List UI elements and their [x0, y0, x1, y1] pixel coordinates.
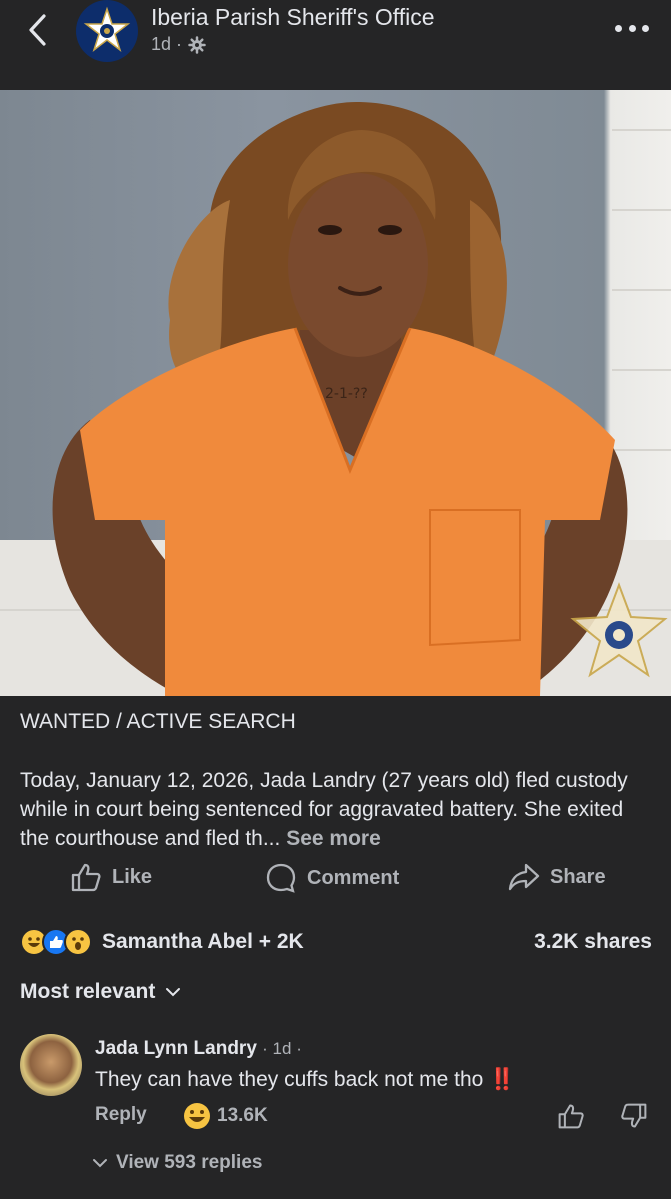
reply-button[interactable]: Reply: [95, 1104, 147, 1126]
share-label: Share: [550, 865, 606, 888]
reactions-text: Samantha Abel + 2K: [102, 930, 304, 953]
comment-reactions[interactable]: 13.6K: [183, 1102, 268, 1130]
like-button[interactable]: Like: [70, 862, 152, 892]
sort-label: Most relevant: [20, 980, 156, 1003]
comment-sort-dropdown[interactable]: Most relevant: [20, 980, 181, 1004]
comment-reaction-count: 13.6K: [217, 1105, 268, 1126]
shares-count[interactable]: 3.2K shares: [534, 930, 652, 954]
chevron-down-icon: [93, 1159, 107, 1168]
commenter-name[interactable]: Jada Lynn Landry: [95, 1038, 257, 1059]
share-arrow-icon: [508, 863, 540, 891]
comment-time: · 1d ·: [262, 1039, 302, 1058]
mugshot-illustration: 2-1-??: [0, 101, 671, 696]
page-avatar[interactable]: [76, 0, 138, 62]
thumbs-up-icon: [71, 863, 101, 892]
back-button[interactable]: [22, 12, 52, 48]
reaction-emojis: [20, 928, 92, 956]
post-meta: 1d ·: [151, 34, 206, 55]
post-time: 1d ·: [151, 34, 183, 54]
see-more-link[interactable]: See more: [286, 827, 381, 850]
chevron-down-icon: [166, 988, 181, 997]
thumbs-up-icon: [558, 1104, 584, 1129]
comment-button[interactable]: Comment: [265, 862, 399, 894]
post-header: Iberia Parish Sheriff's Office 1d ·: [0, 0, 671, 90]
comment-dislike-button[interactable]: [620, 1102, 648, 1135]
reactions-left[interactable]: Samantha Abel + 2K: [20, 928, 304, 956]
laugh-reaction-icon: [184, 1103, 210, 1129]
view-replies-link[interactable]: View 593 replies: [92, 1152, 262, 1174]
comment-label: Comment: [307, 866, 400, 889]
sheriff-badge-icon: [83, 6, 131, 53]
view-replies-label: View 593 replies: [116, 1152, 263, 1173]
gear-icon[interactable]: [188, 35, 206, 54]
post-headline: WANTED / ACTIVE SEARCH: [20, 710, 296, 733]
share-button[interactable]: Share: [508, 862, 606, 892]
wow-reaction-icon: [64, 928, 92, 956]
post-body: Today, January 12, 2026, Jada Landry (27…: [20, 766, 652, 853]
comment-bubble-icon: [266, 863, 296, 893]
thumbs-down-icon: [621, 1103, 647, 1128]
action-bar: Like Comment Share: [0, 858, 671, 900]
comment-text-line: They can have they cuffs back not me tho…: [95, 1068, 515, 1092]
like-label: Like: [112, 865, 153, 888]
post-text: WANTED / ACTIVE SEARCH Today, January 12…: [20, 710, 652, 853]
more-options-icon[interactable]: [615, 18, 649, 38]
page-name[interactable]: Iberia Parish Sheriff's Office: [151, 4, 435, 31]
commenter-avatar[interactable]: [20, 1034, 82, 1096]
commenter-name-line: Jada Lynn Landry · 1d ·: [95, 1038, 302, 1060]
comment-text: They can have they cuffs back not me tho: [95, 1068, 484, 1091]
post-photo[interactable]: 2-1-??: [0, 90, 671, 696]
reactions-summary[interactable]: Samantha Abel + 2K 3.2K shares: [20, 925, 652, 959]
double-exclamation-icon: ‼️: [489, 1068, 516, 1091]
comment-like-button[interactable]: [557, 1102, 585, 1135]
chevron-left-icon: [29, 14, 46, 46]
neck-tattoo: 2-1-??: [325, 386, 368, 402]
